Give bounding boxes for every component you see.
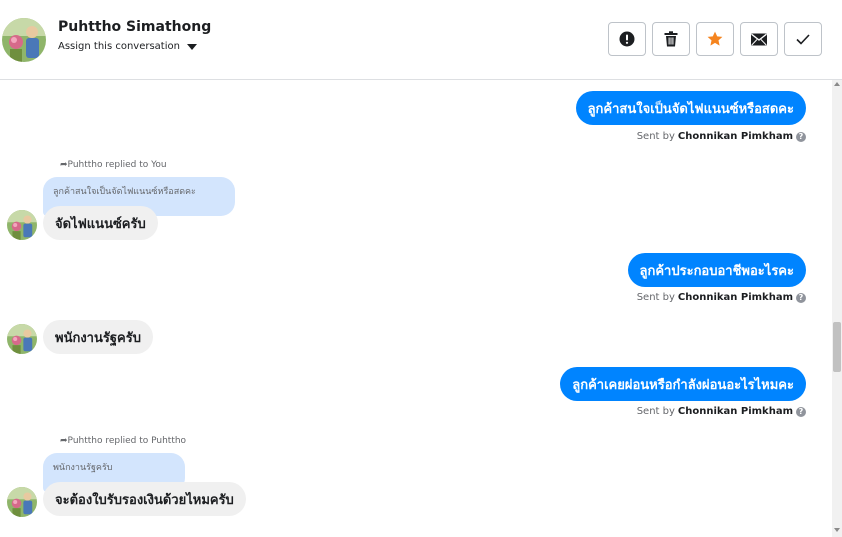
delete-button[interactable] — [652, 22, 690, 56]
contact-avatar[interactable] — [2, 18, 46, 62]
exclamation-icon — [619, 31, 635, 47]
contact-name[interactable]: Puhttho Simathong — [58, 19, 211, 35]
scroll-up-arrow-icon[interactable] — [834, 82, 840, 86]
contact-avatar-small[interactable] — [7, 324, 37, 354]
reply-note-text: Puhttho replied to Puhttho — [67, 436, 187, 446]
spam-button[interactable] — [608, 22, 646, 56]
trash-icon — [664, 31, 678, 47]
star-button[interactable] — [696, 22, 734, 56]
sent-by-prefix: Sent by — [636, 406, 675, 417]
scrollbar-thumb[interactable] — [833, 322, 841, 372]
outgoing-message[interactable]: ลูกค้าสนใจเป็นจัดไฟแนนซ์หรือสดคะ — [575, 91, 806, 125]
incoming-message[interactable]: จัดไฟแนนซ์ครับ — [43, 206, 158, 240]
mark-unread-button[interactable] — [740, 22, 778, 56]
sent-by-prefix: Sent by — [636, 292, 675, 303]
done-button[interactable] — [784, 22, 822, 56]
help-icon[interactable]: ? — [796, 292, 806, 303]
assign-conversation-dropdown[interactable]: Assign this conversation — [58, 41, 197, 52]
incoming-message[interactable]: พนักงานรัฐครับ — [43, 320, 153, 354]
help-icon[interactable]: ? — [796, 131, 806, 142]
sent-by-line: Sent by Chonnikan Pimkham ? — [637, 292, 806, 303]
message-thread: ลูกค้าสนใจเป็นจัดไฟแนนซ์หรือสดคะ Sent by… — [0, 80, 842, 537]
sent-by-line: Sent by Chonnikan Pimkham ? — [637, 131, 806, 142]
outgoing-message[interactable]: ลูกค้าเคยผ่อนหรือกำลังผ่อนอะไรไหมคะ — [560, 367, 806, 401]
sent-by-line: Sent by Chonnikan Pimkham ? — [637, 406, 806, 417]
caret-down-icon — [186, 43, 197, 50]
reply-arrow-icon: ➦ — [60, 160, 68, 170]
help-icon[interactable]: ? — [796, 406, 806, 417]
contact-avatar-small[interactable] — [7, 487, 37, 517]
outgoing-message[interactable]: ลูกค้าประกอบอาชีพอะไรคะ — [627, 253, 806, 287]
sent-by-prefix: Sent by — [636, 131, 675, 142]
reply-note-text: Puhttho replied to You — [67, 160, 167, 170]
check-icon — [796, 33, 810, 45]
envelope-icon — [751, 33, 767, 45]
sender-name: Chonnikan Pimkham — [677, 292, 793, 303]
conversation-actions — [608, 22, 822, 56]
conversation-header: Puhttho Simathong Assign this conversati… — [0, 0, 842, 80]
sender-name: Chonnikan Pimkham — [677, 406, 793, 417]
reply-note: ➦Puhttho replied to You — [60, 160, 167, 170]
contact-avatar-small[interactable] — [7, 210, 37, 240]
sender-name: Chonnikan Pimkham — [677, 131, 793, 142]
reply-arrow-icon: ➦ — [60, 436, 68, 446]
thread-scrollbar[interactable] — [832, 80, 842, 537]
reply-note: ➦Puhttho replied to Puhttho — [60, 436, 186, 446]
scroll-down-arrow-icon[interactable] — [834, 528, 840, 532]
star-icon — [707, 31, 723, 46]
assign-label: Assign this conversation — [58, 41, 180, 52]
incoming-message[interactable]: จะต้องใบรับรองเงินด้วยไหมครับ — [43, 482, 246, 516]
